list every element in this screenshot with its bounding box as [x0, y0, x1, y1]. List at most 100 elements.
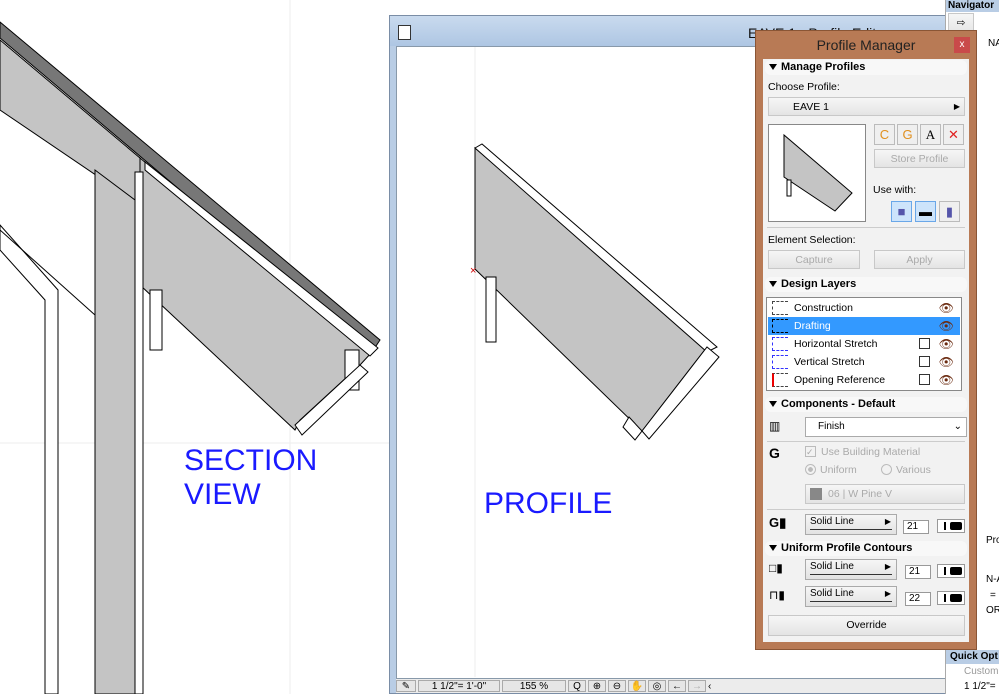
pen-weight-icon[interactable] — [937, 519, 965, 533]
line-type-label: Solid Line — [810, 515, 892, 530]
scale-field[interactable]: 1 1/2"= 1'-0" — [418, 680, 500, 692]
checkbox-label: Use Building Material — [821, 446, 921, 458]
choose-profile-dropdown[interactable]: EAVE 1 ▶ — [768, 97, 965, 116]
duplicate-profile-icon[interactable]: G — [897, 124, 918, 145]
use-with-label: Use with: — [873, 184, 917, 196]
contour-icon: □▮ — [769, 561, 783, 575]
layer-label: Opening Reference — [794, 374, 886, 386]
eye-icon[interactable]: 👁 — [939, 299, 954, 317]
delete-profile-icon[interactable]: ✕ — [943, 124, 964, 145]
eye-icon[interactable]: 👁 — [939, 317, 954, 335]
pen-weight-icon[interactable] — [937, 591, 965, 605]
zoom-out-icon[interactable]: ⊖ — [608, 680, 626, 692]
apply-button[interactable]: Apply — [874, 250, 965, 269]
design-layers-header[interactable]: Design Layers — [765, 277, 967, 292]
section-label-line1: SECTION — [184, 444, 318, 477]
status-bar: ✎ 1 1/2"= 1'-0" 155 % Q ⊕ ⊖ ✋ ◎ ← → ‹ — [396, 679, 958, 693]
layer-label: Vertical Stretch — [794, 356, 865, 368]
navigator-item[interactable]: NA — [988, 38, 999, 49]
fit-icon[interactable]: ◎ — [648, 680, 666, 692]
layout-icon[interactable]: ✎ — [396, 680, 416, 692]
components-header[interactable]: Components - Default — [765, 397, 967, 412]
quick-option-scale[interactable]: 1 1/2"= — [964, 681, 996, 692]
profile-manager-panel: Profile Manager x Manage Profiles Choose… — [755, 30, 977, 650]
eye-icon[interactable]: 👁 — [939, 371, 954, 389]
manage-profiles-header[interactable]: Manage Profiles — [765, 60, 967, 75]
various-radio[interactable]: Various — [881, 464, 931, 476]
property-value: N-AR — [986, 574, 999, 585]
zoom-in-icon[interactable]: ⊕ — [588, 680, 606, 692]
next-zoom-icon[interactable]: → — [688, 680, 706, 692]
scroll-left-icon[interactable]: ‹ — [708, 681, 720, 692]
layer-drafting[interactable]: Drafting 👁 — [768, 317, 960, 335]
material-swatch — [810, 488, 822, 500]
choose-profile-label: Choose Profile: — [768, 81, 840, 93]
section-drawing — [0, 0, 390, 695]
previous-zoom-icon[interactable]: ← — [668, 680, 686, 692]
use-with-wall-icon[interactable]: ■ — [891, 201, 912, 222]
section-label-line2: VIEW — [184, 478, 261, 511]
component-line-type[interactable]: Solid Line ▶ — [805, 514, 897, 535]
uniform-radio[interactable]: Uniform — [805, 464, 857, 476]
layer-horizontal-stretch[interactable]: Horizontal Stretch 👁 — [768, 335, 960, 353]
component-name: Finish — [818, 421, 845, 432]
building-material-selector[interactable]: 06 | W Pine V — [805, 484, 965, 504]
contour-pen-field-2[interactable]: 22 — [905, 592, 931, 606]
layer-checkbox[interactable] — [919, 338, 930, 349]
origin-marker: × — [470, 265, 476, 277]
section-view-canvas[interactable]: SECTION VIEW — [0, 0, 390, 695]
profile-label: PROFILE — [484, 487, 613, 520]
zoom-toggle-icon[interactable]: Q — [568, 680, 586, 692]
line-type-label: Solid Line — [810, 587, 892, 602]
radio-label: Uniform — [820, 464, 857, 476]
pen-weight-icon[interactable] — [937, 564, 965, 578]
store-profile-button[interactable]: Store Profile — [874, 149, 965, 168]
new-profile-icon[interactable]: C — [874, 124, 895, 145]
layer-checkbox[interactable] — [919, 374, 930, 385]
component-dropdown[interactable]: Finish ⌄ — [805, 417, 967, 437]
eye-icon[interactable]: 👁 — [939, 353, 954, 371]
building-material-icon: G — [769, 445, 780, 461]
opening-reference-icon — [772, 373, 788, 387]
contour-line-type-1[interactable]: Solid Line ▶ — [805, 559, 897, 580]
layer-label: Horizontal Stretch — [794, 338, 878, 350]
layer-label: Drafting — [794, 320, 831, 332]
rename-profile-icon[interactable]: A — [920, 124, 941, 145]
drafting-layer-icon — [772, 319, 788, 333]
profile-preview — [768, 124, 866, 222]
opening-contour-icon: ⊓▮ — [769, 588, 785, 602]
properties-label: Prope — [986, 535, 999, 546]
profile-name: EAVE 1 — [793, 101, 829, 113]
use-with-beam-icon[interactable]: ▬ — [915, 201, 936, 222]
layer-opening-reference[interactable]: Opening Reference 👁 — [768, 371, 960, 389]
layer-label: Construction — [794, 302, 853, 314]
capture-button[interactable]: Capture — [768, 250, 860, 269]
use-with-column-icon[interactable]: ▮ — [939, 201, 960, 222]
components-icon: ▥ — [769, 419, 781, 433]
horizontal-stretch-icon — [772, 337, 788, 351]
contour-pen-field-1[interactable]: 21 — [905, 565, 931, 579]
contour-line-type-2[interactable]: Solid Line ▶ — [805, 586, 897, 607]
pan-icon[interactable]: ✋ — [628, 680, 646, 692]
construction-layer-icon — [772, 301, 788, 315]
profile-manager-title[interactable]: Profile Manager — [756, 31, 976, 59]
component-pen-field[interactable]: 21 — [903, 520, 929, 534]
use-building-material-checkbox[interactable]: ✓ Use Building Material — [805, 446, 920, 458]
property-value: OR F — [986, 605, 999, 616]
line-pen-icon: G▮ — [769, 515, 787, 530]
element-selection-label: Element Selection: — [768, 234, 856, 246]
layer-construction[interactable]: Construction 👁 — [768, 299, 960, 317]
property-value: = — [990, 590, 996, 601]
uniform-profile-contours-header[interactable]: Uniform Profile Contours — [765, 541, 967, 556]
quick-option-custom[interactable]: Custom — [964, 666, 998, 677]
zoom-field[interactable]: 155 % — [502, 680, 566, 692]
layer-checkbox[interactable] — [919, 356, 930, 367]
navigator-title: Navigator — [948, 0, 995, 11]
override-button[interactable]: Override — [768, 615, 965, 636]
quick-options-title: Quick Opt — [950, 651, 998, 662]
line-type-label: Solid Line — [810, 560, 892, 575]
layer-vertical-stretch[interactable]: Vertical Stretch 👁 — [768, 353, 960, 371]
eye-icon[interactable]: 👁 — [939, 335, 954, 353]
close-button[interactable]: x — [954, 37, 970, 53]
radio-label: Various — [896, 464, 931, 476]
